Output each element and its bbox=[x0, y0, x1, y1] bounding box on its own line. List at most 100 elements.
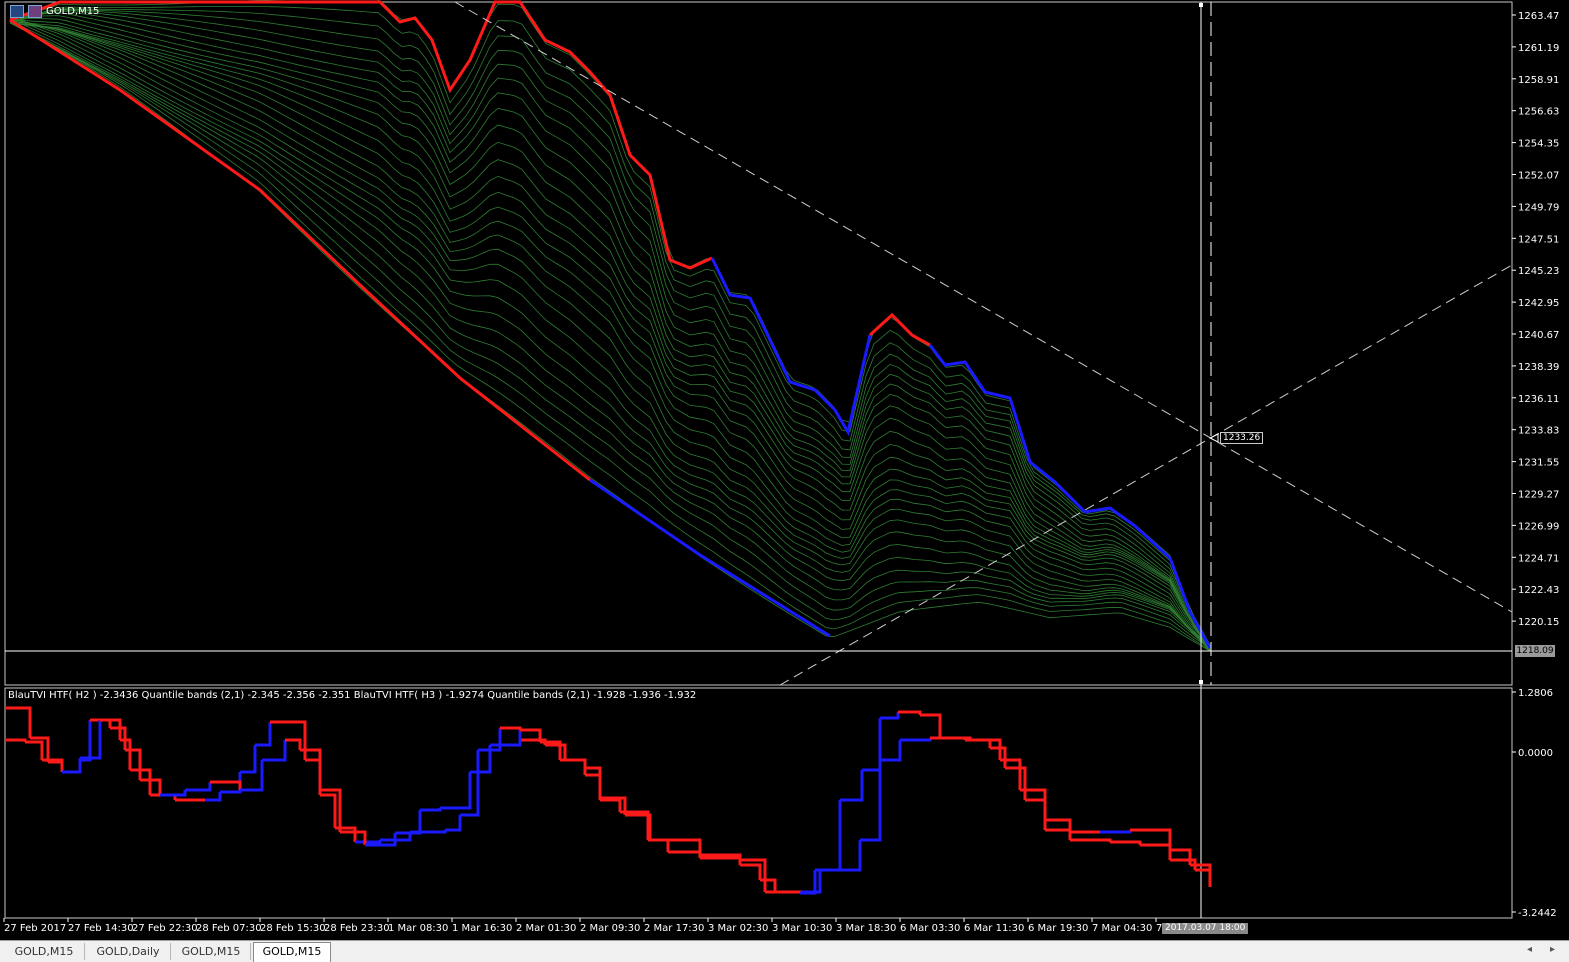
time-label: 1 Mar 08:30 bbox=[388, 923, 448, 934]
lower-edge-blue bbox=[589, 478, 831, 638]
mesh-row-line bbox=[9, 18, 1211, 646]
indicator-line-h2 bbox=[335, 826, 357, 842]
indicator-line-h2 bbox=[20, 706, 32, 738]
current-price-tag: 1218.09 bbox=[1515, 645, 1555, 657]
time-label: 27 Feb 2017 bbox=[4, 923, 66, 934]
indicator-line-h3 bbox=[300, 748, 322, 790]
indicator-line-h2 bbox=[760, 878, 777, 892]
indicator-line-h3 bbox=[210, 780, 242, 790]
indicator-line-h3 bbox=[1190, 863, 1212, 887]
indicator-line-h2 bbox=[80, 720, 92, 762]
price-label: 1224.71 bbox=[1518, 553, 1559, 564]
price-label: 1233.83 bbox=[1518, 426, 1559, 437]
chart-properties-icon[interactable] bbox=[28, 5, 42, 18]
indicator-line-h2 bbox=[820, 800, 842, 872]
cursor-handle-top[interactable] bbox=[1199, 3, 1203, 7]
indicator-line-h2 bbox=[545, 743, 567, 760]
tab-gold-m15-active[interactable]: GOLD,M15 bbox=[253, 942, 331, 962]
indicator-line-h3 bbox=[765, 890, 802, 894]
indicator-line-h3 bbox=[185, 782, 212, 792]
indicator-scale-label: -3.2442 bbox=[1518, 908, 1557, 919]
tab-scroll-left-icon[interactable]: ◂ bbox=[1527, 944, 1532, 955]
indicator-line-h2 bbox=[445, 815, 462, 832]
indicator-line-h2 bbox=[668, 850, 702, 858]
time-label: 27 Feb 14:30 bbox=[68, 923, 134, 934]
time-label: 28 Feb 07:30 bbox=[196, 923, 262, 934]
crosshair-time-tag: 2017.03.07 18:00 bbox=[1162, 923, 1249, 934]
cursor-handle-bottom[interactable] bbox=[1199, 680, 1203, 684]
tab-scroll-right-icon[interactable]: ▸ bbox=[1550, 944, 1555, 955]
chart-canvas[interactable]: 1263.47 1261.19 1258.91 1256.63 1254.35 1252.… bbox=[0, 0, 1569, 940]
trendline-upper[interactable] bbox=[454, 1, 1513, 613]
time-label: 3 Mar 18:30 bbox=[836, 923, 896, 934]
indicator-line-h2 bbox=[48, 760, 64, 772]
price-label: 1238.39 bbox=[1518, 362, 1559, 373]
indicator-scale-label: 0.0000 bbox=[1518, 748, 1553, 759]
indicator-line-h3 bbox=[490, 730, 522, 747]
mesh-row-line bbox=[9, 8, 1211, 648]
indicator-line-h3 bbox=[1170, 848, 1192, 865]
price-label: 1231.55 bbox=[1518, 458, 1559, 469]
indicator-line-h3 bbox=[815, 840, 862, 872]
time-axis: 27 Feb 2017 27 Feb 14:3027 Feb 22:3028 Fe… bbox=[3, 918, 1162, 934]
price-axis: 1263.47 1261.19 1258.91 1256.63 1254.35 1252.… bbox=[1512, 11, 1559, 628]
indicator-line-h3 bbox=[25, 740, 44, 760]
mesh-row-line bbox=[9, 21, 1211, 651]
tab-gold-m15-1[interactable]: GOLD,M15 bbox=[4, 943, 85, 960]
price-envelope bbox=[9, 0, 1212, 649]
chart-window-icon[interactable] bbox=[10, 5, 24, 18]
indicator-line-h3 bbox=[240, 760, 264, 792]
indicator-line-h2 bbox=[585, 766, 602, 800]
indicator-line-h3 bbox=[880, 740, 902, 762]
price-label: 1252.07 bbox=[1518, 171, 1559, 182]
indicator-line-h2 bbox=[500, 726, 522, 740]
chart-window[interactable]: 1263.47 1261.19 1258.91 1256.63 1254.35 1252.… bbox=[0, 0, 1569, 940]
mesh-row-line bbox=[9, 21, 1211, 650]
indicator-line-h3 bbox=[625, 813, 652, 840]
indicator-line-h2 bbox=[1005, 766, 1027, 800]
price-label: 1245.23 bbox=[1518, 266, 1559, 277]
indicator-scale-label: 1.2806 bbox=[1518, 688, 1553, 699]
trendline-lower[interactable] bbox=[779, 264, 1513, 686]
price-label: 1261.19 bbox=[1518, 43, 1559, 54]
indicator-line-h3 bbox=[900, 738, 932, 742]
mesh-row-line bbox=[9, 19, 1211, 646]
mesh-row-line bbox=[9, 17, 1211, 647]
price-label: 1236.11 bbox=[1518, 394, 1559, 405]
time-label: 2 Mar 01:30 bbox=[516, 923, 576, 934]
indicator-line-h3 bbox=[560, 758, 587, 775]
time-label: 1 Mar 16:30 bbox=[452, 923, 512, 934]
tab-gold-m15-2[interactable]: GOLD,M15 bbox=[172, 943, 251, 960]
time-label: 27 Feb 22:30 bbox=[132, 923, 198, 934]
indicator-line-h2 bbox=[1140, 843, 1172, 860]
price-label: 1258.91 bbox=[1518, 75, 1559, 86]
indicator-line-h2 bbox=[62, 760, 82, 774]
indicator-line-h3 bbox=[970, 738, 1002, 760]
mesh-row-line bbox=[9, 22, 1211, 648]
time-label: 6 Mar 03:30 bbox=[900, 923, 960, 934]
mesh-row-line bbox=[9, 22, 1211, 650]
indicator-line-h3 bbox=[125, 748, 142, 780]
crosshair-price-tag: 1233.26 bbox=[1220, 432, 1264, 444]
price-label: 1256.63 bbox=[1518, 107, 1559, 118]
upper-edge-blue bbox=[710, 257, 872, 437]
indicator-line-h3 bbox=[1000, 758, 1022, 790]
indicator-line-h2 bbox=[1195, 868, 1212, 875]
indicator-line-h2 bbox=[880, 712, 900, 720]
indicator-axis: 1.2806 0.0000 -3.2442 bbox=[1512, 688, 1557, 919]
time-label: 3 Mar 02:30 bbox=[708, 923, 768, 934]
indicator-line-h2 bbox=[648, 838, 670, 852]
indicator-line-h2 bbox=[1025, 798, 1047, 830]
mesh-row-line bbox=[9, 12, 1211, 650]
indicator-line-h2 bbox=[990, 746, 1007, 768]
tab-gold-daily[interactable]: GOLD,Daily bbox=[86, 943, 171, 960]
chart-tab-bar: GOLD,M15 GOLD,Daily GOLD,M15 GOLD,M15 ◂ … bbox=[0, 940, 1569, 962]
price-label: 1254.35 bbox=[1518, 139, 1559, 150]
time-label: 28 Feb 15:30 bbox=[260, 923, 326, 934]
price-label: 1229.27 bbox=[1518, 490, 1559, 501]
indicator-line-h2 bbox=[920, 713, 942, 738]
indicator-line-h3 bbox=[585, 773, 602, 798]
indicator-line-h2 bbox=[898, 710, 922, 715]
indicator-line-h2 bbox=[1045, 828, 1072, 840]
indicator-line-h2 bbox=[740, 863, 762, 880]
